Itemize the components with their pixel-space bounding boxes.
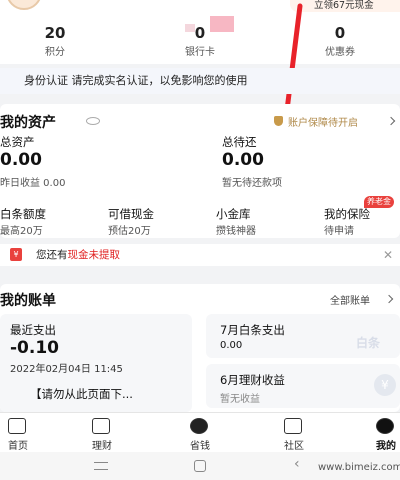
asset-item-vault[interactable]: 小金库 攒钱神器 bbox=[216, 206, 306, 237]
stat-bank-cards-value: 0 bbox=[194, 24, 206, 42]
yesterday-income: 昨日收益 0.00 bbox=[0, 178, 66, 189]
finance-income-value: 暂无收益 bbox=[220, 394, 260, 405]
assets-card: 我的资产 账户保障待开启 总资产 0.00 昨日收益 0.00 总待还 0.00… bbox=[0, 104, 400, 238]
tab-mine-label: 我的 bbox=[376, 441, 396, 452]
profile-header: 立领67元现金 20 积分 0 银行卡 0 优惠券 bbox=[0, 0, 400, 64]
asset-item-insurance[interactable]: 我的保险 待申请 bbox=[324, 206, 400, 237]
profile-icon bbox=[376, 418, 394, 434]
yuan-icon: ¥ bbox=[374, 374, 396, 396]
tab-community-label: 社区 bbox=[284, 441, 304, 452]
bills-card: 我的账单 全部账单 最近支出 -0.10 2022年02月04日 11:45 【… bbox=[0, 284, 400, 412]
all-bills-link[interactable]: 全部账单 bbox=[330, 292, 370, 307]
recent-expense-time: 2022年02月04日 11:45 bbox=[10, 364, 123, 375]
save-money-icon bbox=[190, 418, 208, 434]
total-assets-label: 总资产 bbox=[0, 135, 35, 149]
baitiao-expense-label: 7月白条支出 bbox=[220, 323, 285, 337]
tab-finance[interactable]: 理财 bbox=[62, 413, 142, 453]
notice-highlight-link[interactable]: 现金未提取 bbox=[68, 249, 121, 261]
tab-community[interactable]: 社区 bbox=[254, 413, 334, 453]
stat-coupons[interactable]: 0 优惠券 bbox=[295, 24, 385, 58]
menu-icon[interactable] bbox=[94, 462, 108, 470]
baitiao-watermark: 白条 bbox=[356, 336, 381, 350]
asset-item-sub: 最高20万 bbox=[0, 226, 43, 237]
identity-verify-banner[interactable]: 身份认证 请完成实名认证，以免影响您的使用 bbox=[0, 68, 400, 94]
asset-item-title: 小金库 bbox=[216, 207, 251, 221]
close-icon[interactable]: ✕ bbox=[383, 248, 393, 262]
avatar[interactable] bbox=[6, 0, 42, 10]
bottom-tab-bar: 首页 理财 省钱 社区 我的 bbox=[0, 412, 400, 452]
home-icon bbox=[8, 418, 26, 434]
community-icon bbox=[284, 418, 302, 434]
stat-points[interactable]: 20 积分 bbox=[10, 24, 100, 58]
cash-icon: ¥ bbox=[10, 248, 22, 261]
notice-prefix: 您还有 bbox=[36, 249, 68, 261]
baitiao-expense-value: 0.00 bbox=[220, 340, 243, 351]
finance-income-box[interactable]: 6月理财收益 暂无收益 ¥ bbox=[206, 364, 400, 408]
stat-bank-cards-label: 银行卡 bbox=[185, 47, 215, 58]
no-due-text: 暂无待还款项 bbox=[222, 178, 282, 189]
shield-icon bbox=[274, 116, 283, 126]
stat-coupons-label: 优惠券 bbox=[325, 47, 355, 58]
tab-finance-label: 理财 bbox=[92, 441, 112, 452]
bills-title: 我的账单 bbox=[0, 293, 56, 309]
asset-item-title: 我的保险 bbox=[324, 207, 370, 221]
insurance-tag-badge: 养老金 bbox=[364, 196, 394, 208]
total-assets-value[interactable]: 0.00 bbox=[0, 150, 42, 170]
recent-expense-box[interactable]: 最近支出 -0.10 2022年02月04日 11:45 【请勿从此页面下... bbox=[0, 314, 192, 412]
asset-item-cash-loan[interactable]: 可借现金 预估20万 bbox=[108, 206, 198, 237]
asset-item-baitiao[interactable]: 白条额度 最高20万 bbox=[0, 206, 90, 237]
finance-income-label: 6月理财收益 bbox=[220, 373, 285, 387]
total-due-label: 总待还 bbox=[222, 135, 257, 149]
tab-save[interactable]: 省钱 bbox=[160, 413, 240, 453]
chevron-right-icon bbox=[384, 294, 394, 304]
tab-home[interactable]: 首页 bbox=[0, 413, 58, 453]
asset-item-sub: 预估20万 bbox=[108, 226, 151, 237]
home-button-icon[interactable] bbox=[194, 460, 206, 472]
baitiao-expense-box[interactable]: 7月白条支出 0.00 白条 bbox=[206, 314, 400, 358]
recent-expense-value: -0.10 bbox=[10, 338, 59, 358]
tab-save-label: 省钱 bbox=[190, 441, 210, 452]
recent-expense-label: 最近支出 bbox=[10, 323, 56, 337]
recent-expense-desc: 【请勿从此页面下... bbox=[30, 387, 133, 401]
chevron-right-icon bbox=[386, 116, 396, 126]
tab-home-label: 首页 bbox=[8, 441, 28, 452]
account-protection-link[interactable]: 账户保障待开启 bbox=[288, 114, 358, 129]
stat-points-value: 20 bbox=[44, 24, 66, 42]
finance-icon bbox=[92, 418, 110, 434]
stat-coupons-value: 0 bbox=[334, 24, 346, 42]
total-due-value[interactable]: 0.00 bbox=[222, 150, 264, 170]
stat-bank-cards[interactable]: 0 银行卡 bbox=[155, 24, 245, 58]
back-icon[interactable]: ‹ bbox=[294, 456, 300, 472]
asset-item-sub: 待申请 bbox=[324, 226, 354, 237]
cash-unclaimed-notice[interactable]: 您还有现金未提取 bbox=[0, 244, 400, 266]
asset-item-title: 白条额度 bbox=[0, 207, 46, 221]
site-watermark: www.bimeiz.com bbox=[318, 462, 400, 473]
eye-icon[interactable] bbox=[86, 117, 100, 125]
stat-points-label: 积分 bbox=[45, 47, 65, 58]
promo-cash-link[interactable]: 立领67元现金 bbox=[290, 0, 400, 12]
tab-mine[interactable]: 我的 bbox=[346, 413, 400, 453]
assets-title: 我的资产 bbox=[0, 115, 56, 131]
asset-item-sub: 攒钱神器 bbox=[216, 226, 256, 237]
asset-item-title: 可借现金 bbox=[108, 207, 154, 221]
